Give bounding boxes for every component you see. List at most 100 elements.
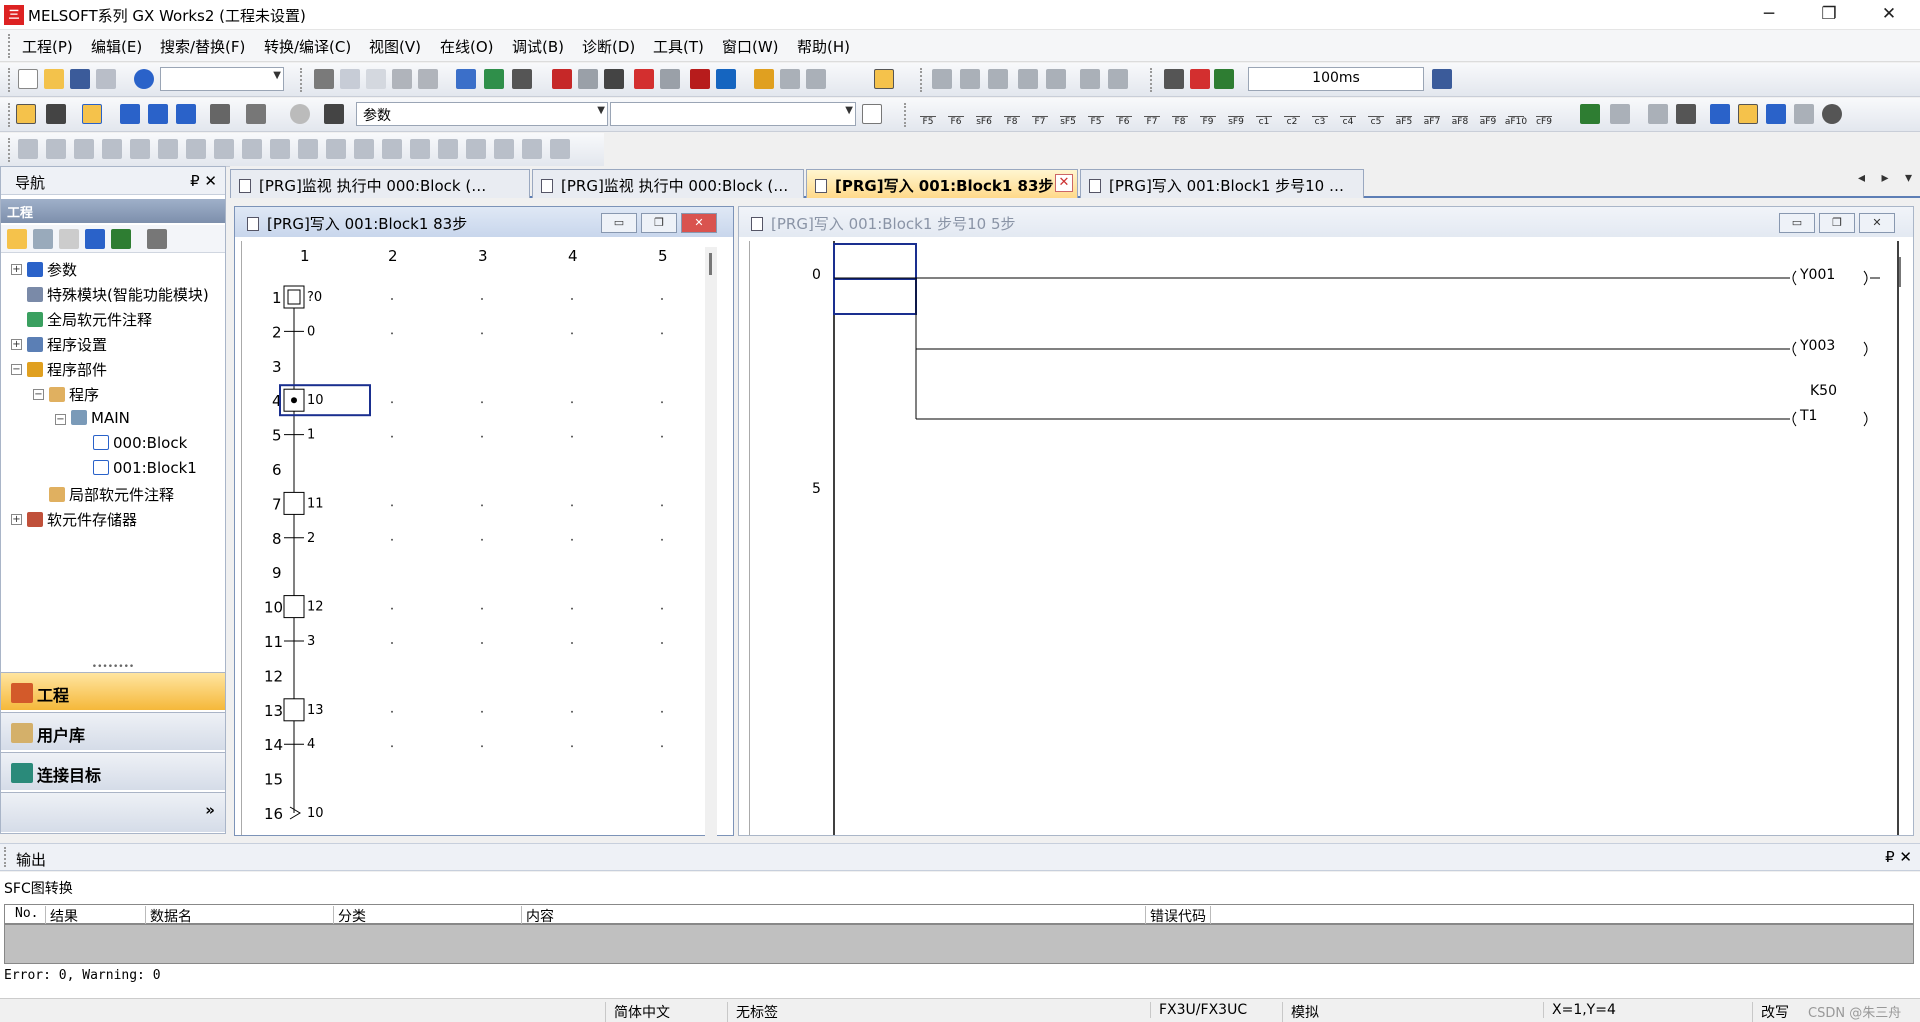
write-plc-icon[interactable] <box>552 69 572 89</box>
tree-item[interactable]: 000:Block <box>77 434 187 452</box>
fkey-button-f7[interactable]: F7 <box>1140 104 1164 128</box>
transfer-icon[interactable] <box>1432 69 1452 89</box>
sfc-tool-icon[interactable] <box>1710 104 1730 124</box>
sfc-edit-tool-icon[interactable] <box>214 139 234 159</box>
fkey-button-f8[interactable]: F8 <box>1168 104 1192 128</box>
toolbar-grip[interactable] <box>8 138 12 162</box>
fkey-button-sf9[interactable]: sF9 <box>1224 104 1248 128</box>
expand-toggle-icon[interactable]: + <box>11 339 22 350</box>
fkey-button-f9[interactable]: F9 <box>1196 104 1220 128</box>
sfc-edit-tool-icon[interactable] <box>242 139 262 159</box>
sfc-tool-icon[interactable] <box>1766 104 1786 124</box>
fkey-button-f6[interactable]: F6 <box>1112 104 1136 128</box>
display-mode-icon[interactable] <box>874 69 894 89</box>
restore-button[interactable]: ❐ <box>1800 0 1858 30</box>
col-no[interactable]: No. <box>15 906 38 921</box>
menu-debug[interactable]: 调试(B) <box>512 36 564 57</box>
nav-button-connection[interactable]: 连接目标 <box>1 752 225 790</box>
menu-convert-compile[interactable]: 转换/编译(C) <box>264 36 351 57</box>
page-icon[interactable] <box>862 104 882 124</box>
tool-icon[interactable] <box>246 104 266 124</box>
sfc-edit-tool-icon[interactable] <box>46 139 66 159</box>
menu-diagnostics[interactable]: 诊断(D) <box>582 36 635 57</box>
interval-field[interactable]: 100ms <box>1248 67 1424 91</box>
menu-view[interactable]: 视图(V) <box>369 36 421 57</box>
coil-y003[interactable]: Y003 <box>1800 338 1835 354</box>
help-icon[interactable] <box>134 69 154 89</box>
param-combo[interactable]: 参数 ▼ <box>356 102 608 126</box>
fkey-button-af9[interactable]: aF9 <box>1476 104 1500 128</box>
device-search-icon[interactable] <box>456 69 476 89</box>
window-icon[interactable] <box>82 104 102 124</box>
sfc-edit-tool-icon[interactable] <box>298 139 318 159</box>
new-item-icon[interactable] <box>7 229 27 249</box>
menu-help[interactable]: 帮助(H) <box>797 36 850 57</box>
fkey-button-c4[interactable]: c4 <box>1336 104 1360 128</box>
col-data-name[interactable]: 数据名 <box>145 906 192 926</box>
sfc-edit-tool-icon[interactable] <box>270 139 290 159</box>
tree-item[interactable]: 全局软元件注释 <box>11 309 152 330</box>
ladder-close-button[interactable]: ✕ <box>1859 213 1895 233</box>
zoom-icon[interactable] <box>1676 104 1696 124</box>
verify-icon[interactable] <box>604 69 624 89</box>
minimize-button[interactable]: ─ <box>1740 0 1798 30</box>
step-icon[interactable] <box>1214 69 1234 89</box>
sfc-edit-tool-icon[interactable] <box>326 139 346 159</box>
expand-toggle-icon[interactable]: + <box>11 514 22 525</box>
properties-icon[interactable] <box>85 229 105 249</box>
tab-monitor-block-1[interactable]: [PRG]监视 执行中 000:Block (… <box>230 169 530 198</box>
paste-icon[interactable] <box>366 69 386 89</box>
cut-icon[interactable] <box>314 69 334 89</box>
sfc-tool-icon[interactable] <box>1738 104 1758 124</box>
paste-item-icon[interactable] <box>59 229 79 249</box>
menu-search-replace[interactable]: 搜索/替换(F) <box>160 36 245 57</box>
cross-ref-icon[interactable] <box>512 69 532 89</box>
sfc-edit-tool-icon[interactable] <box>438 139 458 159</box>
sfc-tool-icon[interactable] <box>1794 104 1814 124</box>
sfc-close-button[interactable]: ✕ <box>681 213 717 233</box>
nav-button-library[interactable]: 用户库 <box>1 712 225 750</box>
sfc-edit-tool-icon[interactable] <box>130 139 150 159</box>
fkey-button-f6[interactable]: F6 <box>944 104 968 128</box>
dev-read-icon[interactable] <box>716 69 736 89</box>
nav-button-project[interactable]: 工程 <box>1 672 225 710</box>
tree-item[interactable]: − 程序部件 <box>11 359 107 380</box>
sfc-edit-tool-icon[interactable] <box>186 139 206 159</box>
sort-icon[interactable] <box>147 229 167 249</box>
toolbar-grip[interactable] <box>4 847 8 867</box>
toolbar-grip[interactable] <box>8 68 12 92</box>
dev-icon[interactable] <box>176 104 196 124</box>
help-icon[interactable] <box>290 104 310 124</box>
coil-y001[interactable]: Y001 <box>1800 267 1835 283</box>
dev-write-icon[interactable] <box>690 69 710 89</box>
toolbar-grip[interactable] <box>904 103 908 127</box>
toolbar-grip[interactable] <box>300 68 304 92</box>
tree-item[interactable]: − 程序 <box>33 384 99 405</box>
toolbar-combo-1[interactable]: ▼ <box>160 67 284 91</box>
toolbar-grip[interactable] <box>8 34 12 58</box>
menu-window[interactable]: 窗口(W) <box>722 36 779 57</box>
fkey-button-af8[interactable]: aF8 <box>1448 104 1472 128</box>
watch-icon[interactable] <box>780 69 800 89</box>
sfc-maximize-button[interactable]: ❐ <box>641 213 677 233</box>
tab-scroll-arrows[interactable]: ◂ ▸ ▾ <box>1858 170 1918 186</box>
fkey-button-sf5[interactable]: sF5 <box>1056 104 1080 128</box>
expand-toggle-icon[interactable]: − <box>55 414 66 425</box>
toolbar-grip[interactable] <box>8 103 12 127</box>
sfc-edit-tool-icon[interactable] <box>466 139 486 159</box>
dev-icon[interactable] <box>148 104 168 124</box>
sfc-edit-tool-icon[interactable] <box>74 139 94 159</box>
sfc-edit-tool-icon[interactable] <box>494 139 514 159</box>
fkey-button-c2[interactable]: c2 <box>1280 104 1304 128</box>
redo-icon[interactable] <box>418 69 438 89</box>
sfc-edit-tool-icon[interactable] <box>410 139 430 159</box>
fkey-button-f5[interactable]: F5 <box>916 104 940 128</box>
ladder-tool-icon[interactable] <box>1018 69 1038 89</box>
open-icon[interactable] <box>44 69 64 89</box>
ladder-tool-icon[interactable] <box>988 69 1008 89</box>
fkey-button-c1[interactable]: c1 <box>1252 104 1276 128</box>
sfc-tool-icon[interactable] <box>1580 104 1600 124</box>
fkey-button-af5[interactable]: aF5 <box>1392 104 1416 128</box>
sfc-minimize-button[interactable]: ▭ <box>601 213 637 233</box>
toolbar-grip[interactable] <box>920 68 924 92</box>
